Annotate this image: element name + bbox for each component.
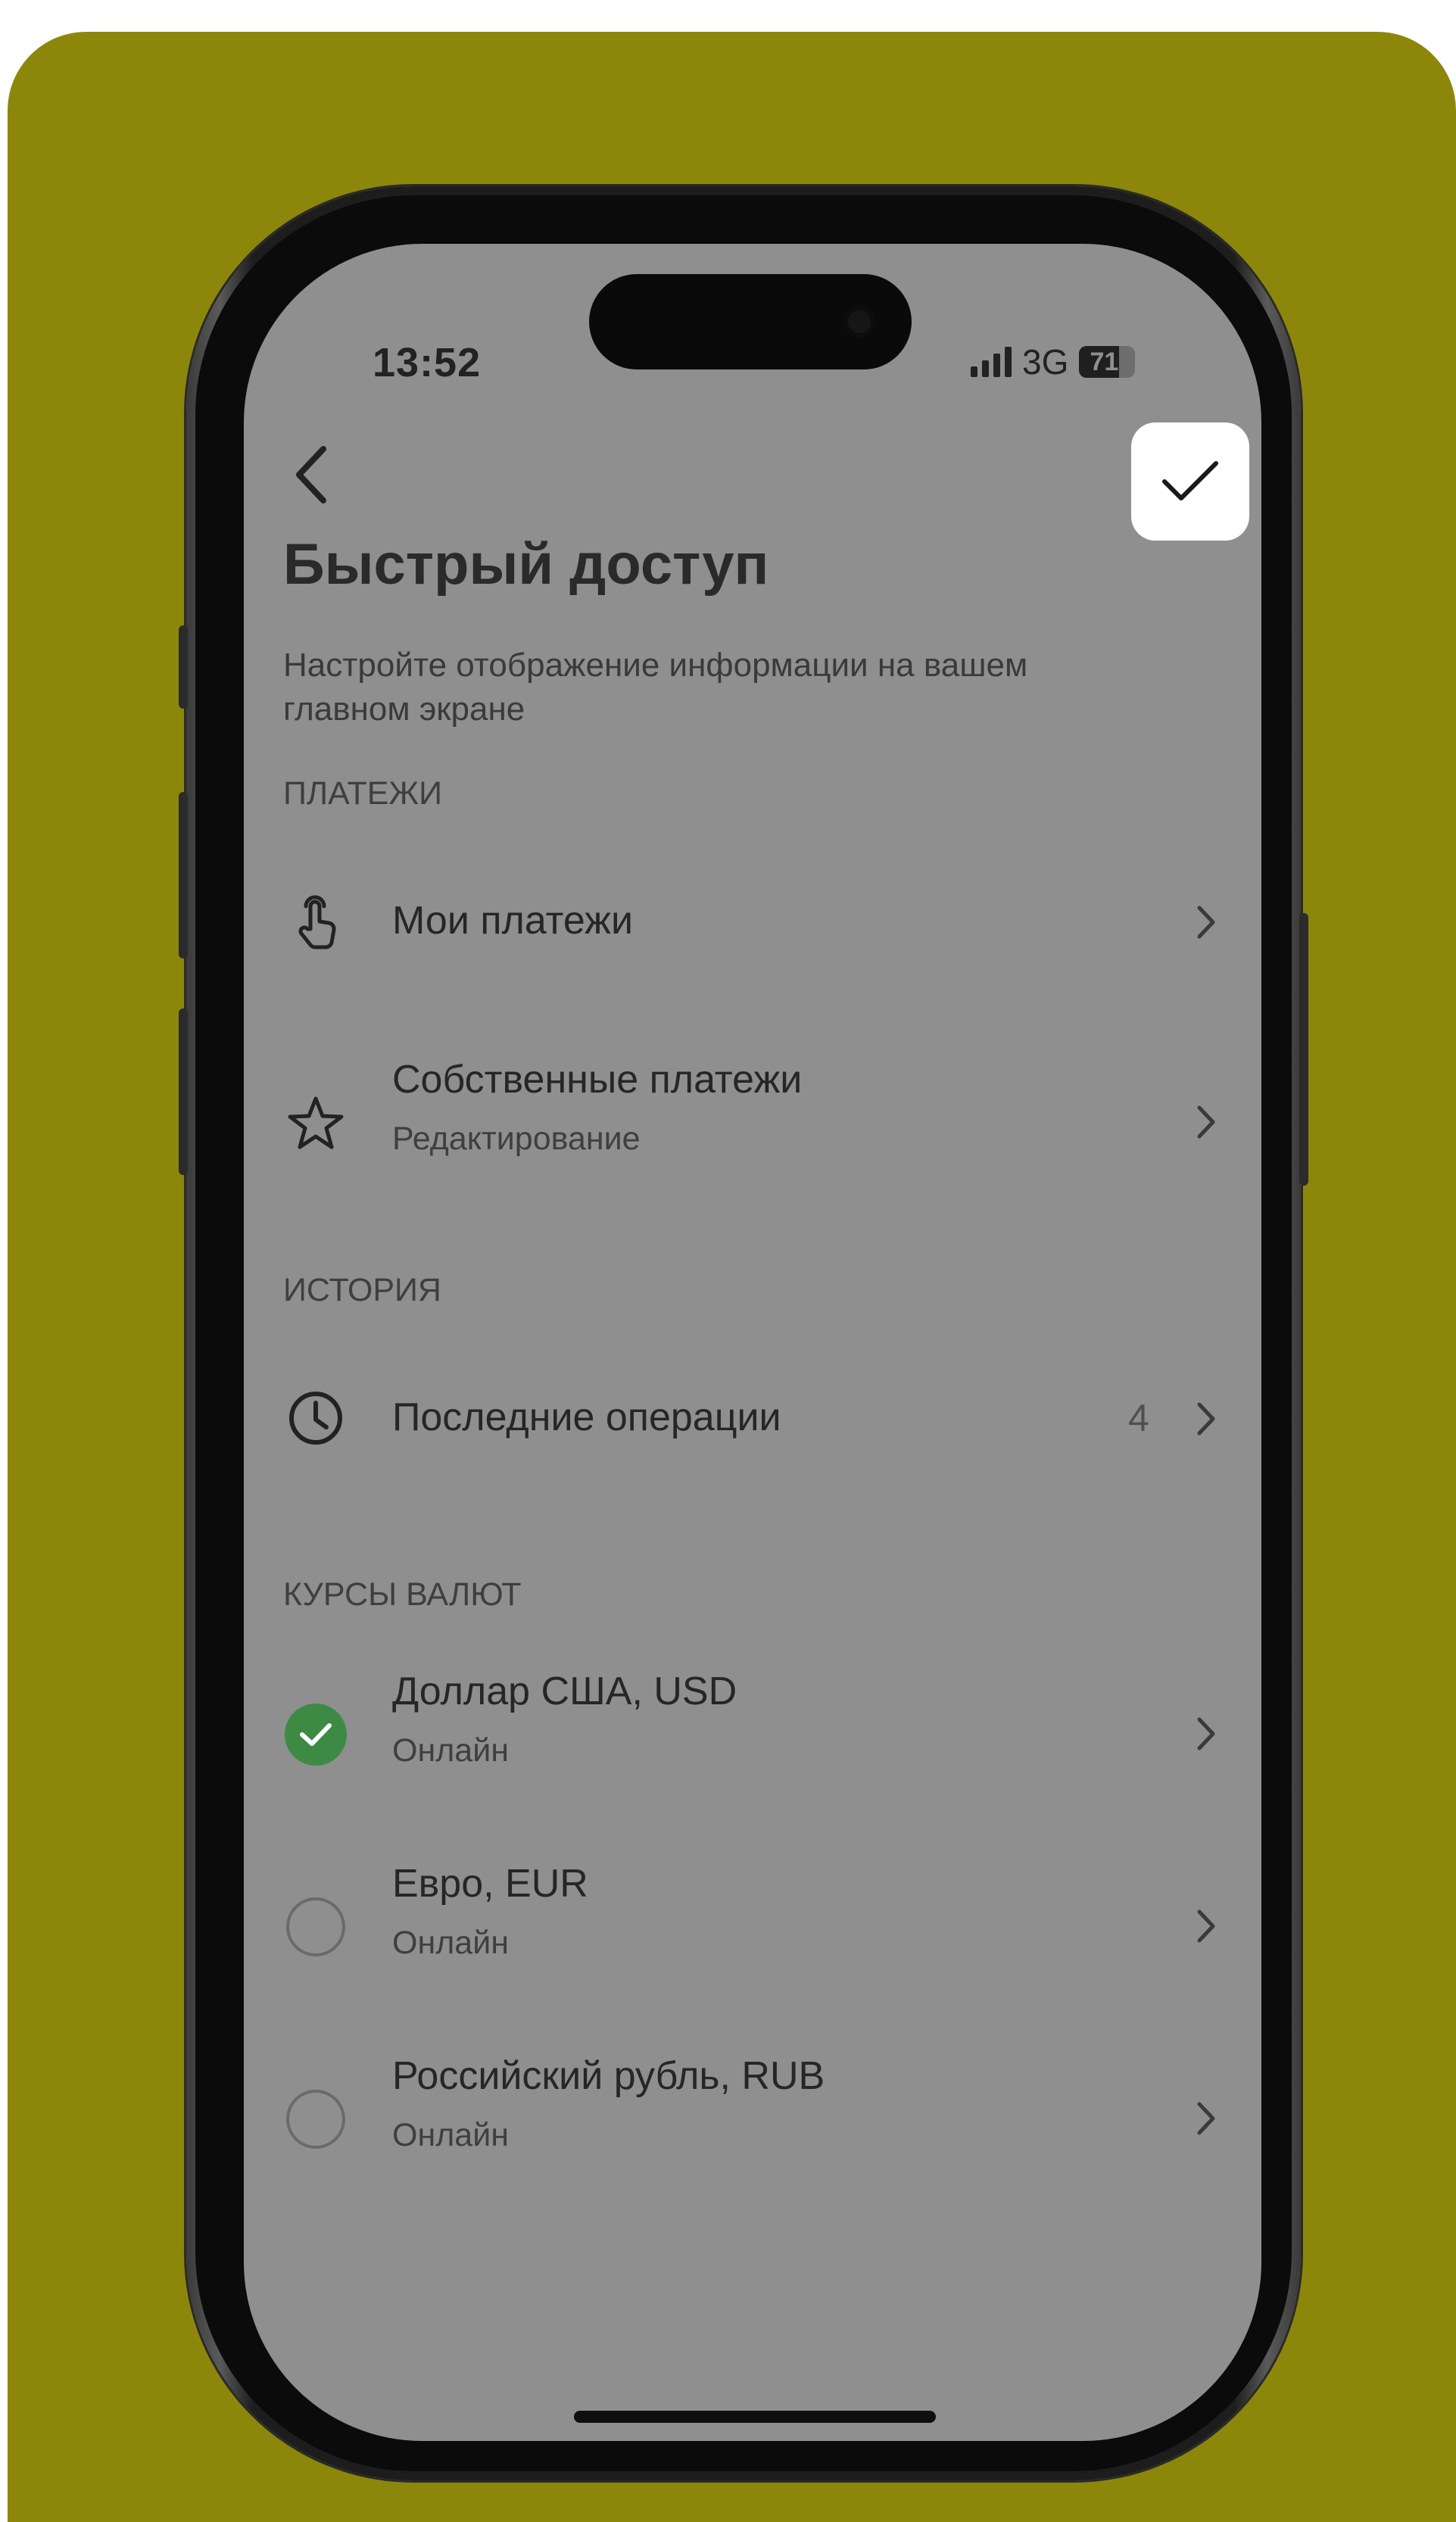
confirm-button[interactable] bbox=[1131, 422, 1249, 541]
section-header-payments: ПЛАТЕЖИ bbox=[283, 775, 443, 812]
list-item-my-payments[interactable]: Мои платежи bbox=[244, 843, 1261, 1002]
list-item-currency-eur[interactable]: Евро, EUR Онлайн bbox=[244, 1837, 1261, 1996]
operations-count-badge: 4 bbox=[1128, 1397, 1149, 1439]
list-item-subtitle: Онлайн bbox=[392, 2117, 509, 2153]
action-button bbox=[179, 625, 188, 709]
chevron-right-icon bbox=[1187, 2096, 1225, 2141]
list-item-title: Собственные платежи bbox=[392, 1058, 803, 1102]
star-icon bbox=[283, 1090, 348, 1155]
section-header-currencies: КУРСЫ ВАЛЮТ bbox=[283, 1576, 522, 1613]
list-item-own-payments[interactable]: Собственные платежи Редактирование bbox=[244, 1033, 1261, 1192]
list-item-title: Евро, EUR bbox=[392, 1862, 588, 1906]
checkmark-icon bbox=[1162, 461, 1218, 500]
list-item-currency-rub[interactable]: Российский рубль, RUB Онлайн bbox=[244, 2029, 1261, 2188]
chevron-right-icon bbox=[1187, 1903, 1225, 1949]
section-header-history: ИСТОРИЯ bbox=[283, 1272, 441, 1308]
status-indicators: 3G 71 bbox=[971, 339, 1136, 385]
chevron-right-icon bbox=[1187, 1396, 1225, 1442]
clock-icon bbox=[283, 1386, 348, 1451]
chevron-left-icon bbox=[296, 446, 326, 503]
dynamic-island bbox=[589, 274, 912, 369]
checkbox-unchecked-icon[interactable] bbox=[283, 2087, 348, 2152]
signal-strength-icon bbox=[971, 347, 1012, 377]
network-type: 3G bbox=[1022, 342, 1069, 382]
background-panel: 13:52 3G 71 Быстрый доступ Настройте ото… bbox=[8, 32, 1456, 2522]
back-button[interactable] bbox=[277, 441, 345, 509]
list-item-subtitle: Онлайн bbox=[392, 1925, 509, 1961]
list-item-recent-operations[interactable]: Последние операции 4 bbox=[244, 1340, 1261, 1499]
list-item-currency-usd[interactable]: Доллар США, USD Онлайн bbox=[244, 1644, 1261, 1803]
battery-icon: 71 bbox=[1079, 346, 1136, 378]
home-indicator[interactable] bbox=[574, 2411, 936, 2423]
chevron-right-icon bbox=[1187, 1099, 1225, 1145]
page-subtitle: Настройте отображение информации на ваше… bbox=[283, 647, 1028, 728]
checkbox-checked-icon[interactable] bbox=[283, 1702, 348, 1767]
page-title: Быстрый доступ bbox=[283, 532, 769, 597]
list-item-title: Доллар США, USD bbox=[392, 1669, 737, 1713]
list-item-title: Мои платежи bbox=[392, 899, 633, 943]
list-item-subtitle: Редактирование bbox=[392, 1121, 641, 1157]
tap-finger-icon bbox=[283, 889, 348, 954]
chevron-right-icon bbox=[1187, 899, 1225, 945]
volume-down-button bbox=[179, 1008, 188, 1175]
app-screen: 13:52 3G 71 Быстрый доступ Настройте ото… bbox=[244, 244, 1261, 2441]
checkbox-unchecked-icon[interactable] bbox=[283, 1894, 348, 1959]
battery-percent: 71 bbox=[1090, 348, 1119, 376]
list-item-title: Российский рубль, RUB bbox=[392, 2054, 825, 2098]
front-camera-icon bbox=[843, 306, 875, 338]
list-item-subtitle: Онлайн bbox=[392, 1732, 509, 1769]
phone-frame: 13:52 3G 71 Быстрый доступ Настройте ото… bbox=[179, 186, 1308, 2480]
volume-up-button bbox=[179, 792, 188, 959]
chevron-right-icon bbox=[1187, 1711, 1225, 1757]
list-item-title: Последние операции bbox=[392, 1395, 781, 1439]
power-button bbox=[1299, 913, 1308, 1186]
phone-bezel: 13:52 3G 71 Быстрый доступ Настройте ото… bbox=[195, 195, 1292, 2471]
status-time: 13:52 bbox=[373, 340, 482, 385]
